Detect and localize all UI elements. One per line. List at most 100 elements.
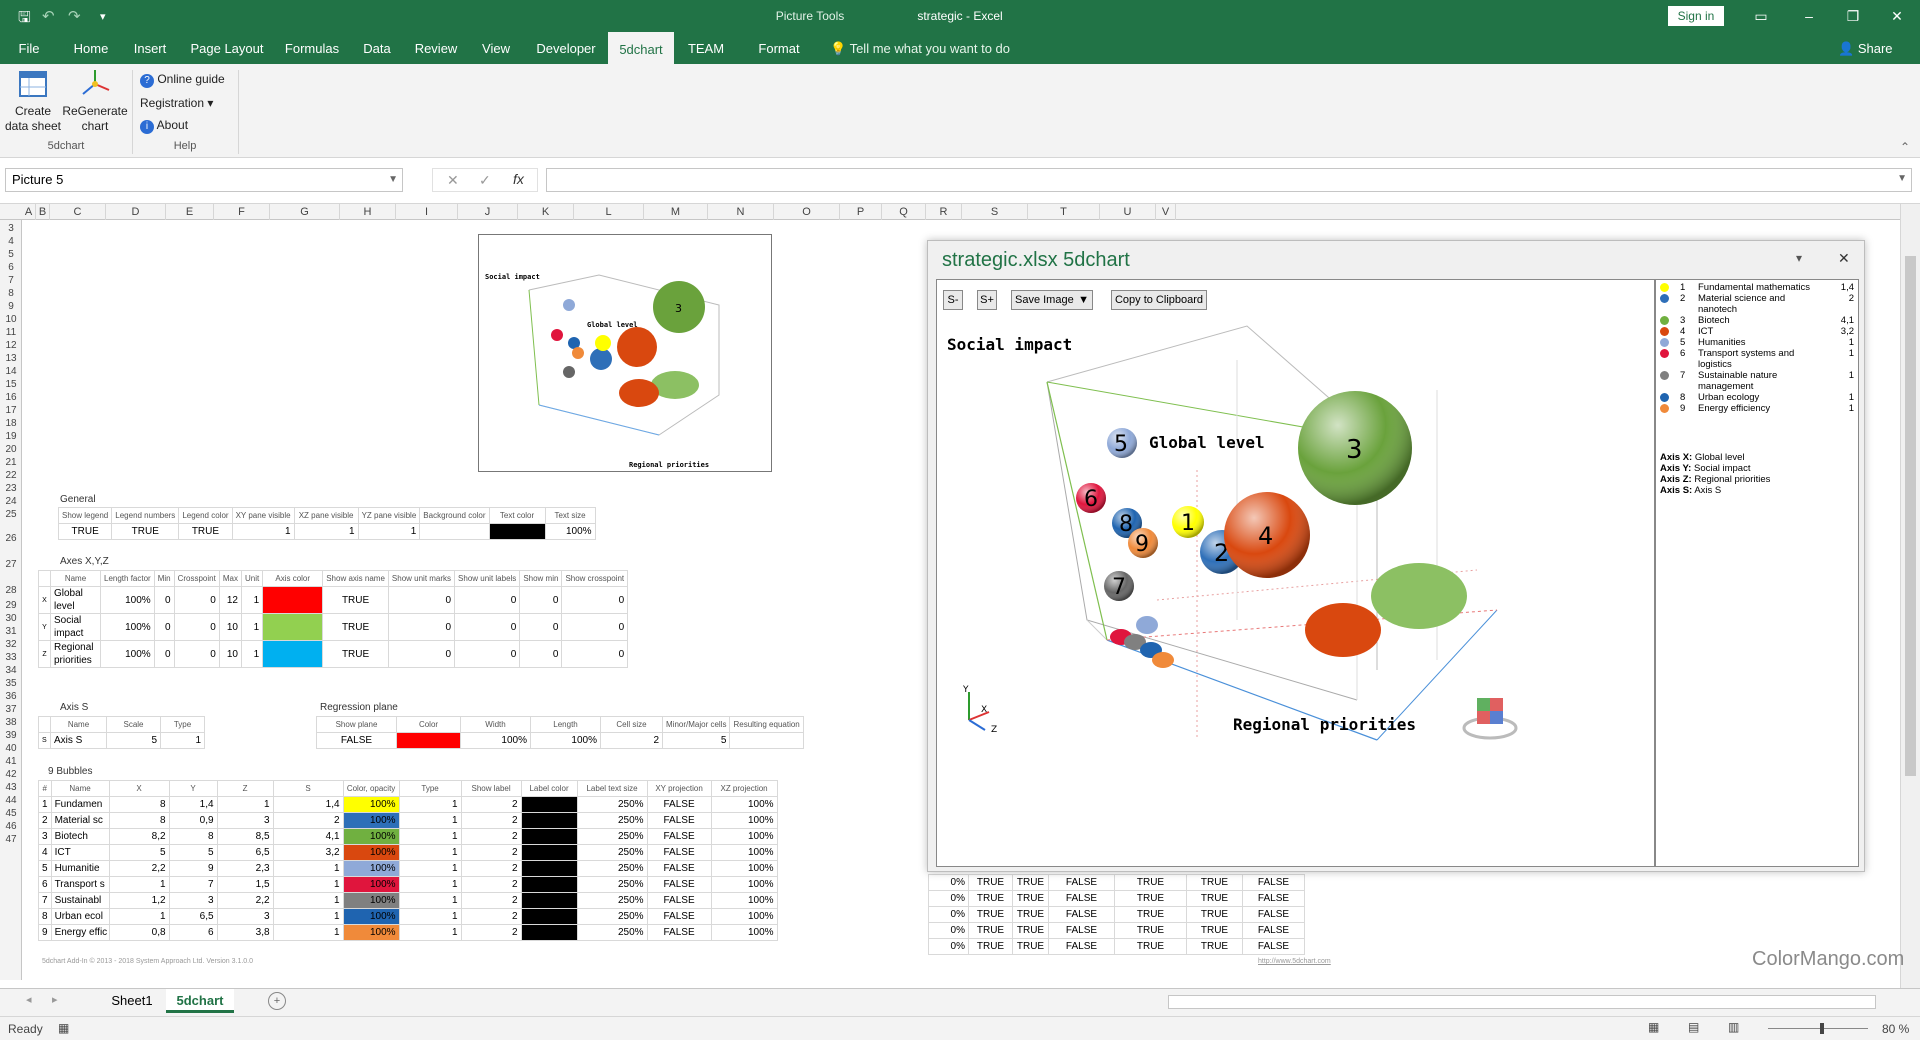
bubble-cell[interactable]: TRUE <box>968 874 1013 891</box>
tab-home[interactable]: Home <box>70 32 112 64</box>
zoom-level[interactable]: 80 % <box>1882 1022 1909 1036</box>
bubble-cell[interactable]: 4,1 <box>272 828 344 845</box>
bubble-cell[interactable]: 1 <box>272 876 344 893</box>
bubble-cell[interactable]: 250% <box>576 924 648 941</box>
regression-cell[interactable]: 100% <box>530 732 601 749</box>
bubble-cell[interactable]: 2 <box>460 860 522 877</box>
footer-link[interactable]: http://www.5dchart.com <box>1258 958 1331 965</box>
bubble-cell[interactable]: 3 <box>168 892 218 909</box>
bubble-cell[interactable]: FALSE <box>646 812 712 829</box>
row-header[interactable]: 34 <box>0 664 22 677</box>
bubble-cell[interactable]: 2 <box>460 876 522 893</box>
name-box[interactable]: Picture 5 ▼ <box>5 168 403 192</box>
sign-in-button[interactable]: Sign in <box>1668 6 1724 26</box>
axis-color-swatch[interactable] <box>262 586 324 614</box>
plot-area[interactable]: S- S+ Save Image ▼ Copy to Clipboard 3 2… <box>936 279 1655 867</box>
tab-developer[interactable]: Developer <box>532 32 600 64</box>
bubble-cell[interactable]: 1 <box>216 796 274 813</box>
row-header[interactable]: 20 <box>0 443 22 456</box>
customize-qat-icon[interactable]: ▾ <box>100 10 106 23</box>
bubble-cell[interactable]: TRUE <box>1186 906 1243 923</box>
ribbon-display-icon[interactable]: ▭ <box>1746 4 1776 28</box>
bubble-cell[interactable]: 1,4 <box>272 796 344 813</box>
row-header[interactable]: 5 <box>0 248 22 261</box>
bubble-cell[interactable]: TRUE <box>1012 906 1049 923</box>
s-plus-button[interactable]: S+ <box>977 290 997 310</box>
axis-cell[interactable]: 0 <box>173 640 220 668</box>
general-value[interactable]: 1 <box>357 523 421 540</box>
bubble-cell[interactable]: TRUE <box>968 938 1013 955</box>
bubble-cell[interactable]: 1 <box>398 860 462 877</box>
redo-icon[interactable]: ↷ <box>68 7 81 25</box>
bubble-cell[interactable]: TRUE <box>1186 938 1243 955</box>
save-image-dropdown[interactable]: Save Image ▼ <box>1011 290 1093 310</box>
tab-5dchart[interactable]: 5dchart <box>608 32 674 64</box>
axis-s-cell[interactable]: Axis S <box>50 732 107 749</box>
bubble-cell[interactable]: Sustainabl <box>50 892 110 909</box>
bubble-cell[interactable]: 3 <box>216 908 274 925</box>
row-header[interactable]: 26 <box>0 521 22 547</box>
row-header[interactable]: 37 <box>0 703 22 716</box>
column-header[interactable]: S <box>962 204 1028 220</box>
axis-cell[interactable]: 0 <box>454 613 521 641</box>
axis-cell[interactable]: 0 <box>387 613 456 641</box>
bubble-cell[interactable]: 1 <box>398 844 462 861</box>
general-value[interactable] <box>488 523 546 540</box>
bubble-cell[interactable]: FALSE <box>1048 922 1115 939</box>
row-header[interactable]: 3 <box>0 222 22 235</box>
bubble-cell[interactable]: FALSE <box>646 876 712 893</box>
bubble-color-cell[interactable]: 100% <box>342 828 400 845</box>
bubble-cell[interactable]: 250% <box>576 908 648 925</box>
bubble-cell[interactable]: 8 <box>108 796 170 813</box>
bubble-cell[interactable]: 8,5 <box>216 828 274 845</box>
axis-cell[interactable]: 0 <box>454 586 521 614</box>
bubble-cell[interactable]: 1 <box>272 924 344 941</box>
formula-input[interactable]: ▼ <box>546 168 1912 192</box>
general-value[interactable] <box>419 523 490 540</box>
row-header[interactable]: 45 <box>0 807 22 820</box>
axis-cell[interactable]: 10 <box>218 640 242 668</box>
column-header[interactable]: V <box>1156 204 1176 220</box>
panel-menu-icon[interactable]: ▾ <box>1796 251 1802 265</box>
bubble-cell[interactable]: FALSE <box>646 796 712 813</box>
row-header[interactable]: 6 <box>0 261 22 274</box>
row-header[interactable]: 32 <box>0 638 22 651</box>
row-header[interactable]: 23 <box>0 482 22 495</box>
registration-dropdown[interactable]: Registration ▾ <box>140 96 213 110</box>
row-header[interactable]: 33 <box>0 651 22 664</box>
general-value[interactable]: TRUE <box>178 523 233 540</box>
bubble-cell[interactable]: 6 <box>168 924 218 941</box>
bubble-cell[interactable]: 5 <box>168 844 218 861</box>
bubble-cell[interactable]: 0,8 <box>108 924 170 941</box>
bubble-cell[interactable]: 1 <box>398 796 462 813</box>
regression-cell[interactable]: 2 <box>600 732 663 749</box>
row-header[interactable]: 42 <box>0 768 22 781</box>
bubble-cell[interactable]: 0,9 <box>168 812 218 829</box>
axis-cell[interactable]: 0 <box>519 640 563 668</box>
row-header[interactable]: 16 <box>0 391 22 404</box>
axis-cell[interactable]: 0 <box>387 640 456 668</box>
bubble-cell[interactable]: TRUE <box>1186 874 1243 891</box>
axis-cell[interactable]: 100% <box>100 640 155 668</box>
bubble-cell[interactable]: 0% <box>928 890 969 907</box>
bubble-cell[interactable]: TRUE <box>1012 890 1049 907</box>
tab-review[interactable]: Review <box>412 32 460 64</box>
row-header[interactable]: 29 <box>0 599 22 612</box>
row-header[interactable]: 18 <box>0 417 22 430</box>
bubble-cell[interactable]: 250% <box>576 860 648 877</box>
row-header[interactable]: 31 <box>0 625 22 638</box>
bubble-color-cell[interactable]: 100% <box>342 860 400 877</box>
5dchart-panel[interactable]: strategic.xlsx 5dchart ▾ ✕ S- S+ Save Im… <box>927 240 1865 872</box>
column-header[interactable]: U <box>1100 204 1156 220</box>
bubble-cell[interactable]: FALSE <box>646 844 712 861</box>
scroll-thumb[interactable] <box>1905 256 1916 776</box>
page-layout-view-icon[interactable]: ▤ <box>1688 1020 1699 1034</box>
bubble-cell[interactable]: 1 <box>108 908 170 925</box>
regenerate-chart-button[interactable]: ReGenerate chart <box>62 68 128 134</box>
undo-icon[interactable]: ↶ <box>42 7 55 25</box>
tab-page-layout[interactable]: Page Layout <box>188 32 266 64</box>
bubble-cell[interactable]: 1 <box>398 812 462 829</box>
row-header[interactable]: 19 <box>0 430 22 443</box>
row-header[interactable]: 35 <box>0 677 22 690</box>
axis-cell[interactable]: 0 <box>561 640 629 668</box>
